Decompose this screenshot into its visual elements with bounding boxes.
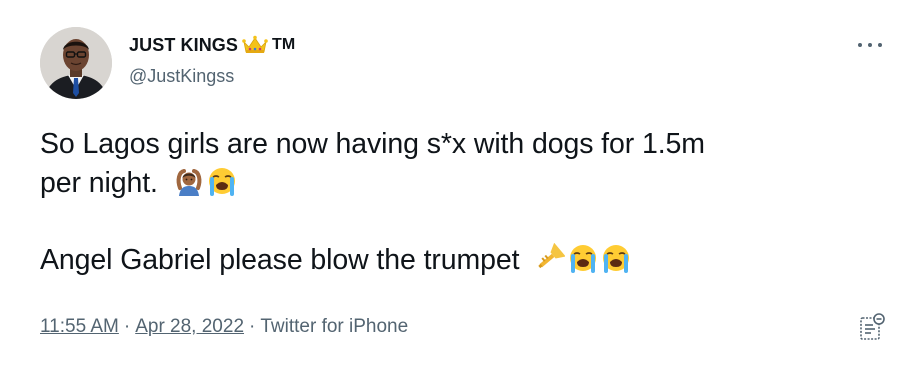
tweet-text-line: So Lagos girls are now having s*x with d… — [40, 125, 860, 164]
tweet-text-line-2: per night. — [40, 167, 158, 199]
tweet-text-line: Angel Gabriel please blow the trumpet — [40, 241, 860, 280]
tweet-meta: 11:55 AM · Apr 28, 2022 · Twitter for iPhone — [40, 316, 408, 338]
more-dot — [858, 43, 862, 47]
tweet-text-line-3: Angel Gabriel please blow the trumpet — [40, 244, 520, 276]
author-name-suffix: TM — [272, 36, 296, 53]
avatar[interactable] — [40, 27, 112, 99]
loudly-crying-face-icon — [601, 243, 631, 273]
tweet-card: JUST KINGS TM @JustKingss So Lagos girls… — [0, 0, 910, 365]
crown-icon — [242, 35, 268, 55]
meta-separator: · — [123, 316, 131, 337]
person-gesturing-ok-icon — [174, 166, 204, 196]
author-display-name[interactable]: JUST KINGS — [129, 35, 238, 56]
analytics-icon[interactable] — [858, 312, 886, 342]
loudly-crying-face-icon — [568, 243, 598, 273]
more-options-icon[interactable] — [858, 37, 882, 53]
author-handle[interactable]: @JustKingss — [129, 66, 234, 87]
trumpet-icon — [535, 242, 567, 273]
tweet-time-link[interactable]: 11:55 AM — [40, 316, 119, 337]
tweet-body: So Lagos girls are now having s*x with d… — [40, 125, 860, 280]
tweet-text-line-1: So Lagos girls are now having s*x with d… — [40, 128, 705, 160]
tweet-text-line: per night. — [40, 164, 860, 203]
tweet-source: Twitter for iPhone — [260, 316, 409, 337]
author-name-row[interactable]: JUST KINGS TM — [129, 33, 295, 57]
more-dot — [868, 43, 872, 47]
more-dot — [878, 43, 882, 47]
tweet-date-link[interactable]: Apr 28, 2022 — [135, 316, 244, 337]
meta-separator: · — [249, 316, 256, 337]
loudly-crying-face-icon — [207, 166, 237, 196]
